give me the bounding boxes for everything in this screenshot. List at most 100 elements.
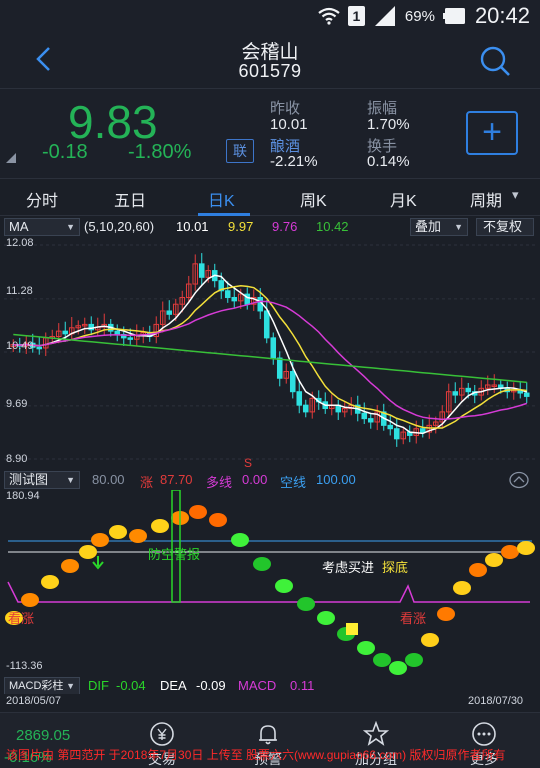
test-value-3: 0.00 (242, 472, 268, 487)
copyright-watermark: 该图片由 第四范开 于2018年7月30日 上传至 股票六六(www.gupia… (6, 748, 506, 762)
candle-body (62, 330, 69, 335)
tab-intraday[interactable]: 分时 (26, 187, 58, 211)
start-date: 2018/05/07 (6, 695, 62, 707)
trend-blob (253, 557, 271, 571)
app-header: 会稽山 601579 (0, 32, 540, 88)
look-up-label: 看涨 (400, 611, 427, 626)
buy-label: 考虑买进 (322, 560, 375, 575)
wifi-icon (318, 7, 340, 25)
signal-marker (346, 623, 358, 635)
candle-body (289, 371, 296, 393)
ma20-line (13, 300, 528, 421)
battery-icon (442, 8, 465, 24)
ma60-value: 10.42 (316, 219, 349, 234)
trend-blob (91, 533, 109, 547)
overlay-label: 叠加 (415, 219, 442, 234)
ma-selector[interactable]: MA ▼ (4, 218, 80, 236)
candle-body (270, 337, 277, 359)
trend-blob (405, 653, 423, 667)
candle-body (127, 337, 134, 340)
corner-triangle-icon (6, 153, 16, 163)
overlay-selector[interactable]: 叠加 ▼ (410, 218, 468, 236)
tab-daily-k[interactable]: 日K (208, 187, 235, 211)
ma-selector-label: MA (9, 219, 29, 234)
active-tab-indicator (198, 213, 250, 216)
quote-panel: 9.83 -0.18 -1.80% 联 昨收 10.01 酿酒 -2.21% 振… (0, 88, 540, 178)
tab-weekly-k[interactable]: 周K (300, 187, 327, 211)
trend-blob (109, 525, 127, 539)
test-indicator-selector[interactable]: 测试图 ▼ (4, 471, 80, 489)
trend-blob (421, 633, 439, 647)
candle-body (263, 310, 270, 339)
tab-period[interactable]: 周期 (470, 187, 502, 211)
yen-exchange-icon (150, 722, 174, 746)
test-chart[interactable]: 180.94 -113.36 防空警报 考虑买进 探底 看涨 看涨 (0, 489, 540, 676)
dropdown-arrow-icon: ▼ (66, 681, 75, 691)
bell-icon (259, 725, 277, 745)
trend-blob (275, 579, 293, 593)
chevron-down-icon: ▾ (512, 187, 519, 202)
kline-chart[interactable]: 12.08 11.28 10.49 9.69 8.90 S (0, 237, 540, 470)
candle-body (419, 428, 426, 433)
trend-blob (469, 563, 487, 577)
trend-blob (61, 559, 79, 573)
trend-blob (129, 529, 147, 543)
dea-label: DEA (160, 678, 187, 693)
y-max-label: 180.94 (6, 490, 40, 502)
trend-blob (317, 611, 335, 625)
macd-label: MACD (238, 678, 277, 693)
test-value-2: 87.70 (160, 472, 193, 487)
test-value-4: 100.00 (316, 472, 356, 487)
trend-blob (437, 607, 455, 621)
test-chart-svg (5, 489, 535, 675)
end-date: 2018/07/30 (468, 695, 524, 707)
trend-blob (231, 533, 249, 547)
battery-percent: 69% (404, 7, 435, 25)
dif-label: DIF (88, 678, 109, 693)
stock-name: 会稽山 (241, 42, 299, 63)
add-watchlist-button[interactable]: + (466, 111, 518, 155)
dropdown-arrow-icon: ▼ (66, 475, 75, 485)
candle-body (387, 424, 394, 430)
ma20-value: 9.76 (272, 219, 298, 234)
long-line (7, 581, 530, 603)
search-icon[interactable] (478, 44, 512, 78)
index-value[interactable]: 2869.05 (16, 727, 70, 744)
adjust-button[interactable]: 不复权 (476, 218, 534, 236)
ma10-value: 9.97 (228, 219, 254, 234)
tab-monthly-k[interactable]: 月K (390, 187, 417, 211)
candle-body (198, 263, 205, 278)
amplitude-label: 振幅 (367, 100, 398, 117)
dif-value: -0.04 (116, 678, 146, 693)
macd-selector[interactable]: MACD彩柱 ▼ (4, 677, 80, 695)
trend-blob (209, 513, 227, 527)
test-indicator-label: 测试图 (9, 472, 49, 487)
long-line-label: 多线 (206, 475, 233, 490)
candle-body (465, 387, 472, 393)
trend-blob (357, 641, 375, 655)
y-tick-label: 8.90 (6, 453, 28, 465)
settings-toggle-icon[interactable] (508, 471, 530, 489)
prev-close-label: 昨收 (270, 100, 301, 117)
y-tick-label: 9.69 (6, 398, 28, 410)
turnover-value: 0.14% (367, 153, 410, 170)
tab-five-day[interactable]: 五日 (114, 187, 146, 211)
look-up-left-label: 看涨 (8, 611, 35, 626)
trend-blob (41, 575, 59, 589)
candle-body (36, 346, 43, 350)
bottom-label: 探底 (382, 560, 409, 575)
trend-blob (501, 545, 519, 559)
sell-marker: S (244, 456, 253, 470)
ma-params: (5,10,20,60) (84, 219, 155, 234)
candle-body (166, 310, 173, 315)
candle-body (367, 418, 374, 423)
trend-blob (485, 553, 503, 567)
period-tabs: 分时 五日 日K 周K 月K 周期 ▾ (0, 178, 540, 216)
y-tick-label: 11.28 (6, 285, 33, 297)
macd-selector-label: MACD彩柱 (9, 680, 64, 692)
dropdown-arrow-icon: ▼ (66, 222, 75, 232)
trend-blob (21, 593, 39, 607)
candle-body (231, 296, 238, 302)
warn-label: 防空警报 (148, 547, 201, 562)
link-button[interactable]: 联 (226, 139, 254, 163)
